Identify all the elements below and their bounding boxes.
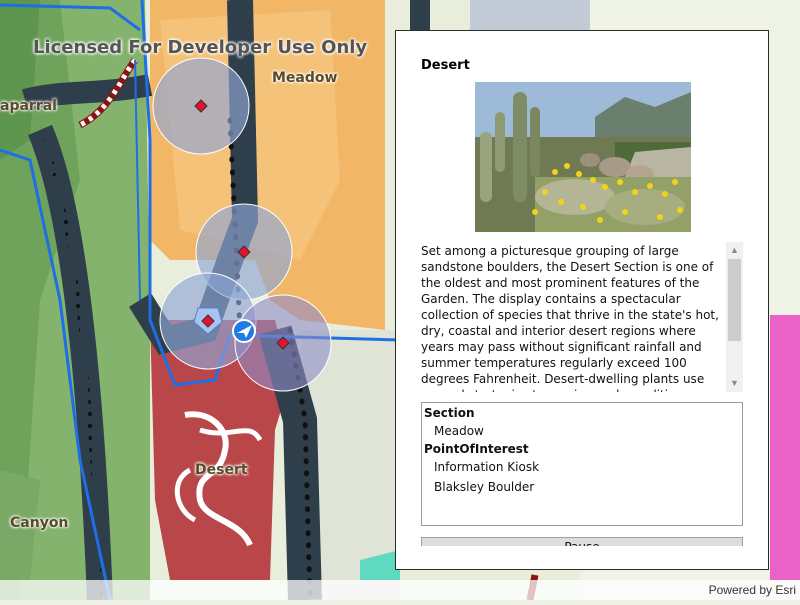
description-scrollbar[interactable]: ▲ ▼: [726, 242, 743, 392]
scroll-down-arrow-icon[interactable]: ▼: [726, 375, 743, 392]
list-item[interactable]: Blaksley Boulder: [434, 480, 534, 494]
location-arrow-icon: [232, 319, 256, 343]
map-label-desert: Desert: [195, 462, 248, 478]
list-item[interactable]: Meadow: [434, 424, 484, 438]
scroll-up-arrow-icon[interactable]: ▲: [726, 242, 743, 259]
map-label-meadow: Meadow: [272, 70, 338, 86]
map-label-canyon: Canyon: [10, 515, 69, 531]
developer-watermark: Licensed For Developer Use Only: [33, 37, 368, 58]
description-text: Set among a picturesque grouping of larg…: [421, 244, 719, 392]
description-scrollview[interactable]: Set among a picturesque grouping of larg…: [421, 242, 743, 392]
desert-garden-photo: [475, 82, 691, 232]
attribution-text: Powered by Esri: [708, 583, 796, 597]
callout-title: Desert: [421, 58, 470, 73]
feature-callout[interactable]: Desert Set among a picturesque grouping …: [395, 30, 769, 570]
section-header: Section: [424, 406, 475, 420]
attribution-bar: Powered by Esri: [0, 580, 800, 600]
scroll-thumb[interactable]: [728, 259, 741, 341]
list-item[interactable]: Information Kiosk: [434, 460, 539, 474]
feature-list[interactable]: Section Meadow PointOfInterest Informati…: [421, 402, 743, 526]
poi-header: PointOfInterest: [424, 442, 529, 456]
pause-button[interactable]: Pause: [421, 537, 743, 546]
map-label-chaparral: aparral: [0, 98, 57, 114]
